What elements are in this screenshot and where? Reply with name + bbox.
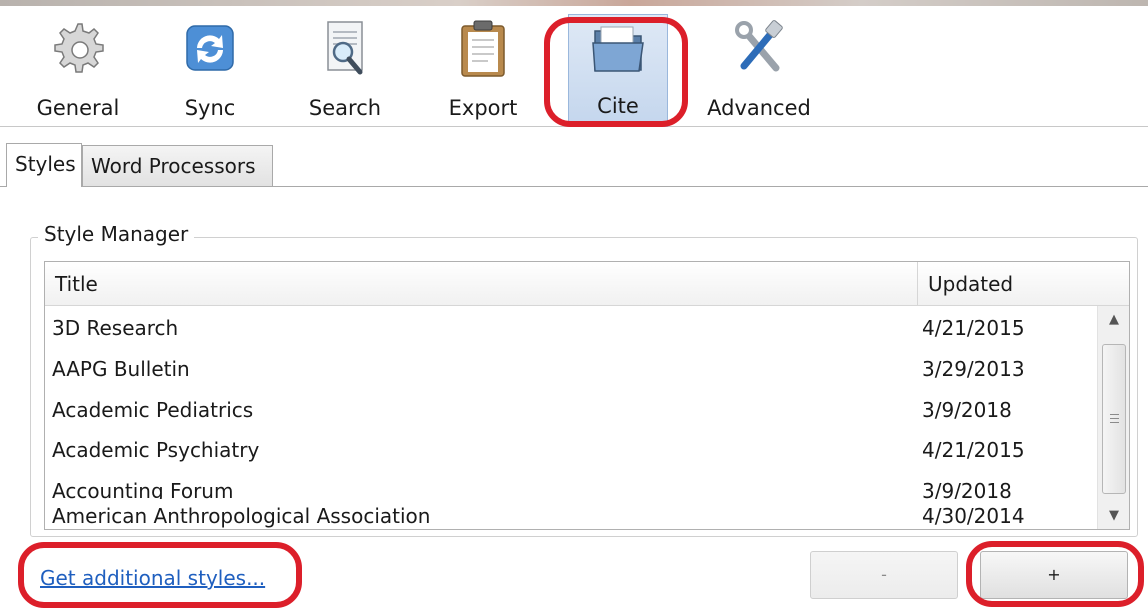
table-row[interactable]: Academic Psychiatry 4/21/2015	[45, 430, 1097, 471]
style-title: Accounting Forum	[52, 479, 234, 499]
column-header-title[interactable]: Title	[55, 272, 98, 296]
table-row[interactable]: American Anthropological Association 4/3…	[45, 500, 1097, 529]
toolbar-advanced-label: Advanced	[707, 96, 811, 120]
column-header-updated[interactable]: Updated	[928, 272, 1013, 296]
toolbar-cite-label: Cite	[597, 94, 639, 118]
tab-styles[interactable]: Styles	[6, 143, 82, 187]
toolbar-general-label: General	[36, 96, 120, 120]
preferences-toolbar: General Sync Search Export Cite Advanced	[0, 6, 1148, 127]
table-row[interactable]: Accounting Forum 3/9/2018	[45, 471, 1097, 499]
styles-list-header: Title Updated	[45, 262, 1129, 306]
column-separator	[917, 262, 918, 306]
style-updated: 3/9/2018	[922, 398, 1012, 422]
tools-icon	[735, 20, 783, 72]
toolbar-sync-label: Sync	[184, 96, 236, 120]
search-icon	[327, 21, 363, 75]
gear-icon	[54, 23, 104, 73]
toolbar-advanced-button[interactable]: Advanced	[700, 16, 818, 128]
style-updated: 3/29/2013	[922, 357, 1025, 381]
tab-word-processors[interactable]: Word Processors	[82, 145, 273, 187]
toolbar-search-button[interactable]: Search	[300, 16, 390, 128]
toolbar-export-button[interactable]: Export	[436, 16, 530, 128]
style-title: American Anthropological Association	[52, 504, 431, 528]
toolbar-export-label: Export	[448, 96, 518, 120]
toolbar-sync-button[interactable]: Sync	[170, 16, 250, 128]
sync-icon	[186, 25, 234, 71]
table-row[interactable]: 3D Research 4/21/2015	[45, 308, 1097, 349]
style-updated: 3/9/2018	[922, 479, 1012, 499]
style-updated: 4/21/2015	[922, 316, 1025, 340]
style-title: AAPG Bulletin	[52, 357, 190, 381]
style-title: Academic Pediatrics	[52, 398, 254, 422]
style-updated: 4/30/2014	[922, 504, 1025, 528]
add-style-button[interactable]: +	[980, 551, 1128, 599]
grip-icon	[1110, 414, 1119, 426]
folder-icon	[592, 26, 644, 72]
table-row[interactable]: Academic Pediatrics 3/9/2018	[45, 390, 1097, 431]
styles-list[interactable]: Title Updated 3D Research 4/21/2015 AAPG…	[44, 261, 1130, 530]
styles-list-scrollbar[interactable]: ▲ ▼	[1097, 306, 1129, 529]
scroll-down-arrow-icon[interactable]: ▼	[1098, 502, 1129, 529]
style-title: 3D Research	[52, 316, 179, 340]
table-row[interactable]: AAPG Bulletin 3/29/2013	[45, 349, 1097, 390]
toolbar-search-label: Search	[308, 96, 382, 120]
style-updated: 4/21/2015	[922, 438, 1025, 462]
get-additional-styles-link[interactable]: Get additional styles...	[40, 566, 265, 590]
toolbar-cite-button[interactable]: Cite	[568, 14, 668, 127]
clipboard-icon	[461, 20, 505, 77]
toolbar-general-button[interactable]: General	[30, 16, 126, 128]
remove-style-button[interactable]: -	[810, 551, 958, 599]
scroll-up-arrow-icon[interactable]: ▲	[1098, 306, 1129, 334]
scrollbar-thumb[interactable]	[1102, 344, 1126, 494]
style-manager-title: Style Manager	[38, 222, 195, 246]
style-title: Academic Psychiatry	[52, 438, 260, 462]
